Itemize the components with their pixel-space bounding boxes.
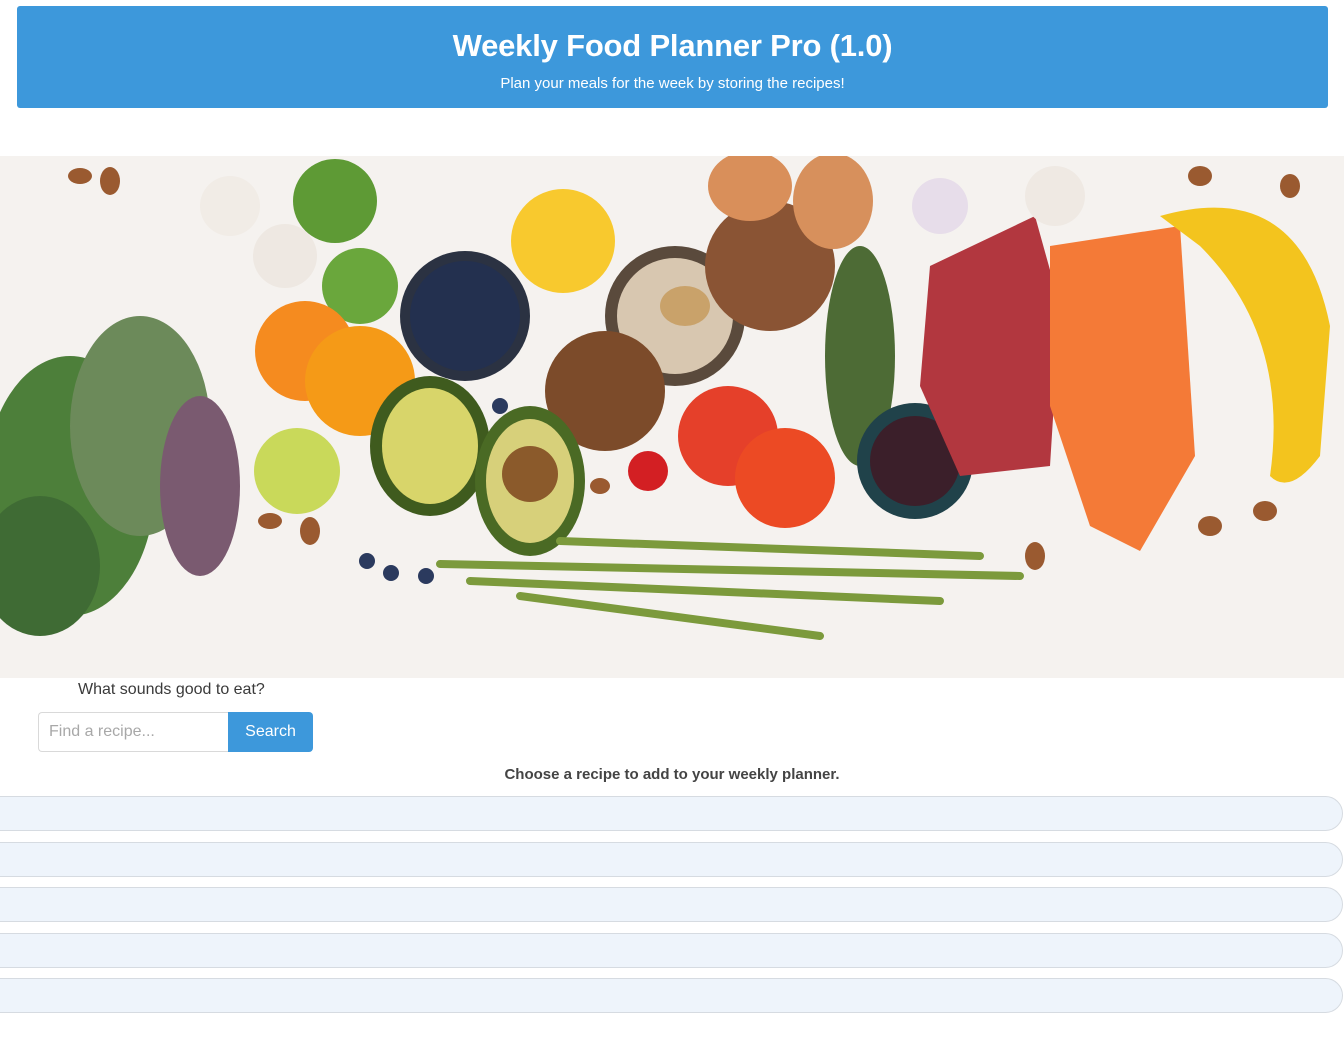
recipe-list-item[interactable] xyxy=(0,978,1343,1013)
app-header: Weekly Food Planner Pro (1.0) Plan your … xyxy=(17,6,1328,108)
search-button[interactable]: Search xyxy=(228,712,313,752)
hero-image xyxy=(0,156,1344,678)
search-prompt: What sounds good to eat? xyxy=(78,681,265,698)
page-title: Weekly Food Planner Pro (1.0) xyxy=(452,28,893,63)
recipe-list-item[interactable] xyxy=(0,932,1343,968)
recipe-list xyxy=(0,796,1343,1024)
food-ingredients-banner-icon xyxy=(0,156,1344,678)
search-bar: Search xyxy=(38,712,313,752)
results-heading: Choose a recipe to add to your weekly pl… xyxy=(504,766,840,783)
page-subtitle: Plan your meals for the week by storing … xyxy=(500,75,845,92)
recipe-list-item[interactable] xyxy=(0,841,1343,877)
recipe-list-item[interactable] xyxy=(0,796,1343,831)
recipe-list-item[interactable] xyxy=(0,887,1343,922)
search-input[interactable] xyxy=(38,712,228,752)
